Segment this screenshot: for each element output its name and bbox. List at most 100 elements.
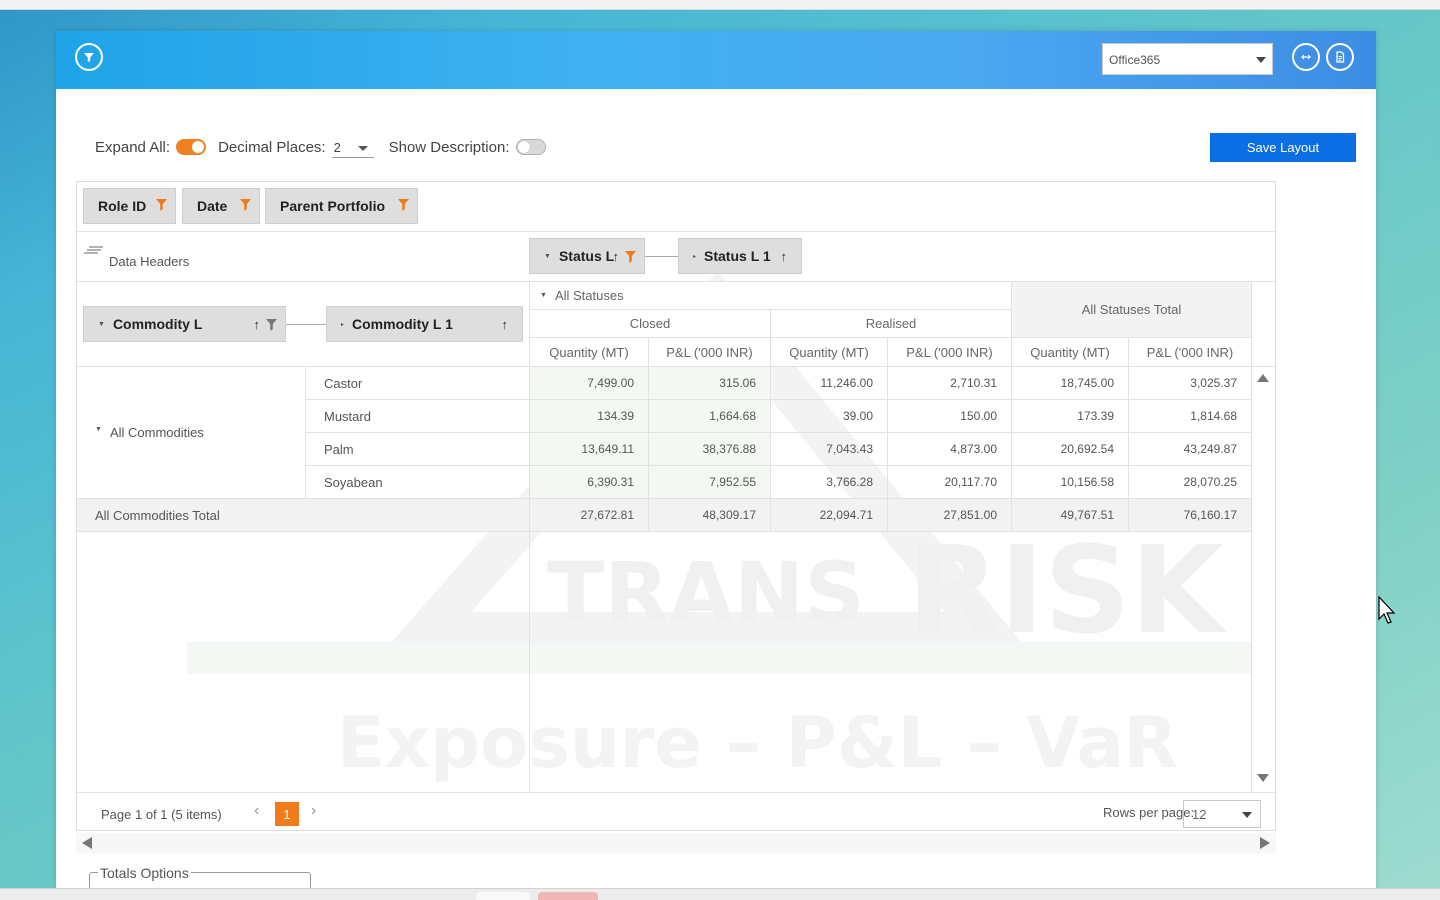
sort-ascending-icon[interactable]: ↑: [613, 249, 620, 264]
field-label: Date: [197, 198, 228, 214]
expand-triangle-icon[interactable]: ▸: [693, 253, 696, 260]
data-cell: 11,246.00: [770, 367, 887, 400]
pager-summary: Page 1 of 1 (5 items): [101, 807, 222, 822]
header-swap-button[interactable]: [1292, 43, 1320, 71]
total-cell: 22,094.71: [770, 499, 887, 532]
measure-header-quantity[interactable]: Quantity (MT): [770, 338, 887, 367]
data-cell: 134.39: [529, 400, 648, 433]
filter-icon[interactable]: [240, 199, 251, 211]
data-cell: 43,249.87: [1128, 433, 1251, 466]
filter-icon[interactable]: [156, 199, 167, 211]
total-cell: 48,309.17: [648, 499, 770, 532]
filter-field-date[interactable]: Date: [182, 188, 260, 224]
field-label: Commodity L 1: [352, 316, 453, 332]
total-cell: 27,851.00: [887, 499, 1011, 532]
swap-arrows-icon: [1301, 54, 1311, 60]
horizontal-scrollbar[interactable]: [76, 833, 1276, 853]
decimal-places-select[interactable]: 2: [331, 136, 374, 158]
mouse-cursor-icon: [1378, 596, 1396, 624]
header-export-button[interactable]: [1326, 43, 1354, 71]
field-label: Status L: [558, 248, 615, 264]
taskbar-tab[interactable]: [476, 892, 530, 900]
field-connector-line: [645, 256, 678, 257]
taskbar-tab[interactable]: [538, 892, 598, 900]
data-cell: 2,710.31: [887, 367, 1011, 400]
sort-ascending-icon[interactable]: ↑: [781, 249, 788, 264]
chevron-down-icon: [1242, 812, 1252, 818]
data-cell: 20,692.54: [1011, 433, 1128, 466]
row-field-commodity-l[interactable]: ▼ Commodity L ↑: [83, 306, 286, 342]
header-label: Quantity (MT): [789, 344, 869, 360]
chevron-down-icon: [1256, 57, 1266, 63]
data-cell: 7,952.55: [648, 466, 770, 499]
collapse-triangle-icon[interactable]: ▼: [544, 253, 551, 260]
vertical-scrollbar[interactable]: [1252, 365, 1274, 792]
row-group-label: All Commodities: [109, 425, 204, 440]
rows-per-page-value: 12: [1192, 807, 1207, 822]
decimal-places-value: 2: [333, 140, 341, 155]
field-label: Commodity L: [112, 316, 203, 332]
column-header-all-statuses-total[interactable]: All Statuses Total: [1011, 282, 1251, 338]
filter-icon[interactable]: [625, 250, 636, 263]
scroll-left-icon[interactable]: [82, 837, 92, 849]
header-label: P&L ('000 INR): [1146, 344, 1234, 360]
data-cell: 10,156.58: [1011, 466, 1128, 499]
header-label: P&L ('000 INR): [666, 344, 753, 360]
filter-field-role-id[interactable]: Role ID: [83, 188, 176, 224]
scroll-down-icon[interactable]: [1257, 774, 1269, 782]
save-layout-button[interactable]: Save Layout: [1210, 133, 1356, 162]
show-description-toggle[interactable]: [515, 139, 546, 155]
header-label: All Statuses Total: [1081, 302, 1182, 317]
rows-per-page-select[interactable]: 12: [1183, 800, 1261, 828]
data-source-select[interactable]: Office365: [1102, 43, 1273, 75]
row-field-commodity-l-1[interactable]: ▸ Commodity L 1 ↑: [326, 306, 523, 342]
filter-icon[interactable]: [266, 318, 277, 331]
data-cell: 150.00: [887, 400, 1011, 433]
column-field-status-l[interactable]: ▼ Status L ↑: [529, 238, 645, 274]
field-label: Parent Portfolio: [280, 198, 386, 214]
row-label-palm: Palm: [306, 433, 529, 466]
collapse-triangle-icon[interactable]: ▼: [98, 321, 105, 328]
measure-header-pnl[interactable]: P&L ('000 INR): [1128, 338, 1251, 367]
data-cell: 38,376.88: [648, 433, 770, 466]
measure-header-quantity[interactable]: Quantity (MT): [529, 338, 648, 367]
decimal-places-label: Decimal Places:: [218, 138, 326, 156]
app-window: Office365 Expand All: Decimal Places: 2 …: [56, 31, 1376, 889]
pivot-grid: TRANS RISK Exposure – P&L – VaR Role ID …: [76, 181, 1276, 831]
prev-page-icon[interactable]: ‹: [254, 802, 259, 820]
app-header: Office365: [56, 31, 1376, 89]
column-header-realised[interactable]: Realised: [770, 310, 1011, 338]
row-label-text: Mustard: [324, 408, 371, 424]
document-icon: [1336, 51, 1345, 63]
data-cell: 28,070.25: [1128, 466, 1251, 499]
collapse-triangle-icon[interactable]: ▼: [540, 292, 547, 299]
data-cell: 4,873.00: [887, 433, 1011, 466]
row-group-all-commodities[interactable]: ▼ All Commodities: [77, 367, 306, 499]
sort-ascending-icon[interactable]: ↑: [502, 317, 509, 332]
data-cell: 173.39: [1011, 400, 1128, 433]
filter-field-parent-portfolio[interactable]: Parent Portfolio: [265, 188, 418, 224]
header-label: Quantity (MT): [549, 344, 629, 360]
measure-header-pnl[interactable]: P&L ('000 INR): [887, 338, 1011, 367]
page-number-button[interactable]: 1: [275, 802, 299, 826]
next-page-icon[interactable]: ›: [311, 802, 316, 820]
header-label: Closed: [629, 316, 671, 331]
expand-triangle-icon[interactable]: ▸: [341, 321, 344, 328]
header-label: Realised: [865, 316, 917, 331]
row-label-text: Palm: [324, 441, 354, 457]
column-header-all-statuses[interactable]: ▼ All Statuses: [529, 282, 1011, 310]
column-header-closed[interactable]: Closed: [529, 310, 770, 338]
collapse-triangle-icon[interactable]: ▼: [95, 426, 102, 433]
measure-header-pnl[interactable]: P&L ('000 INR): [648, 338, 770, 367]
pager-bar: Page 1 of 1 (5 items) ‹ 1 › Rows per pag…: [77, 792, 1275, 830]
expand-all-toggle[interactable]: [176, 139, 207, 155]
header-filter-button[interactable]: [75, 43, 103, 71]
filter-icon[interactable]: [398, 199, 409, 211]
scroll-right-icon[interactable]: [1260, 837, 1270, 849]
scroll-up-icon[interactable]: [1257, 374, 1269, 382]
column-field-status-l-1[interactable]: ▸ Status L 1 ↑: [678, 238, 802, 274]
measure-header-quantity[interactable]: Quantity (MT): [1011, 338, 1128, 367]
data-cell: 20,117.70: [887, 466, 1011, 499]
watermark-word-risk: RISK: [907, 522, 1227, 661]
sort-ascending-icon[interactable]: ↑: [254, 317, 261, 332]
